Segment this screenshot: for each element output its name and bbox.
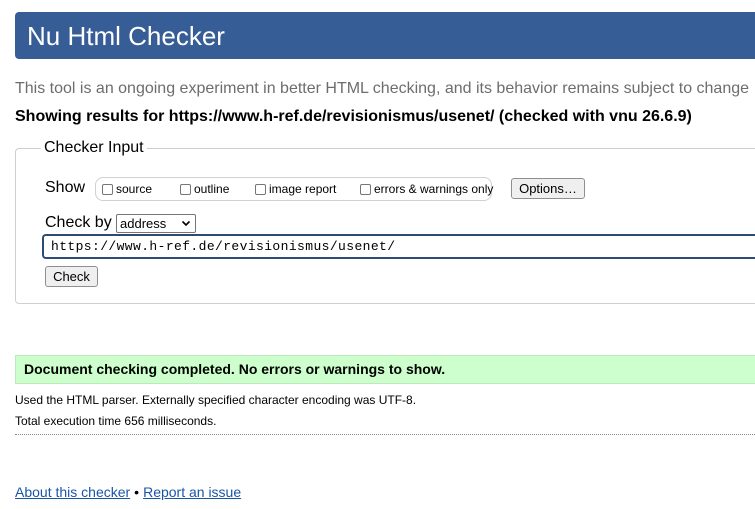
divider (15, 434, 755, 435)
show-source-option[interactable]: source (102, 182, 152, 196)
success-message: Document checking completed. No errors o… (15, 355, 755, 384)
about-checker-link[interactable]: About this checker (15, 484, 130, 500)
header-bar: Nu Html Checker (15, 12, 755, 59)
intro-text: This tool is an ongoing experiment in be… (15, 80, 750, 97)
check-by-select[interactable]: address (116, 214, 196, 233)
checker-input-fieldset: Checker Input Show source outline image … (15, 139, 755, 304)
image-report-checkbox-label: image report (269, 182, 337, 196)
check-by-label: Check by (45, 214, 112, 231)
outline-checkbox[interactable] (180, 183, 191, 195)
show-errors-warnings-only-option[interactable]: errors & warnings only (360, 182, 493, 196)
footer-separator: • (134, 484, 140, 500)
page-title: Nu Html Checker (27, 21, 225, 51)
show-label: Show (45, 179, 86, 196)
check-by-selected-value: address (120, 216, 167, 231)
source-checkbox-label: source (116, 182, 153, 196)
checker-input-legend: Checker Input (41, 139, 147, 157)
showing-results-heading: Showing results for https://www.h-ref.de… (15, 108, 692, 125)
source-checkbox[interactable] (102, 183, 113, 195)
errors-warnings-only-checkbox[interactable] (360, 183, 371, 195)
errors-warnings-only-checkbox-label: errors & warnings only (374, 182, 494, 196)
footer: About this checker • Report an issue (15, 484, 241, 500)
outline-checkbox-label: outline (194, 182, 230, 196)
execution-time: Total execution time 656 milliseconds. (15, 414, 217, 428)
show-image-report-option[interactable]: image report (255, 182, 336, 196)
report-issue-link[interactable]: Report an issue (143, 484, 241, 500)
image-report-checkbox[interactable] (255, 183, 266, 195)
url-input[interactable]: https://www.h-ref.de/revisionismus/usene… (42, 234, 755, 259)
show-outline-option[interactable]: outline (180, 182, 229, 196)
options-button[interactable]: Options… (511, 178, 585, 199)
parser-info: Used the HTML parser. Externally specifi… (15, 393, 417, 407)
check-button[interactable]: Check (45, 266, 98, 287)
show-options-group: source outline image report errors & war… (95, 177, 493, 201)
